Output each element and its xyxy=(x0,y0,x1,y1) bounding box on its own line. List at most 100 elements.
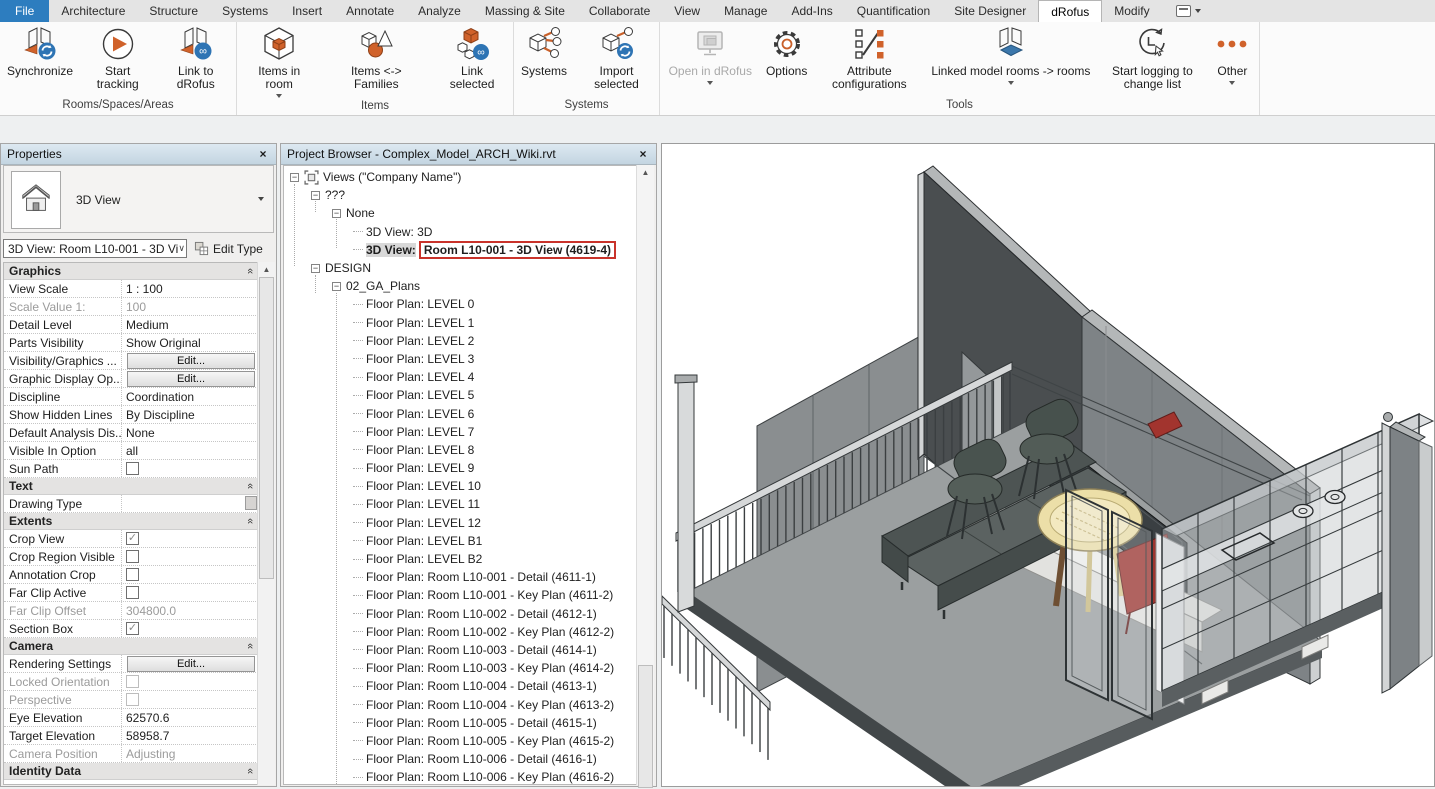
property-value[interactable]: Adjusting xyxy=(122,745,258,762)
scroll-up-icon[interactable]: ▲ xyxy=(258,262,275,276)
tree-item[interactable]: Floor Plan: Room L10-004 - Key Plan (461… xyxy=(284,695,636,713)
section-header-graphics[interactable]: Graphics« xyxy=(4,263,258,280)
property-value[interactable]: all xyxy=(122,442,258,459)
checkbox-unchecked[interactable] xyxy=(126,462,139,475)
tree-expander[interactable]: − xyxy=(311,264,320,273)
chevron-down-icon[interactable] xyxy=(258,197,264,201)
property-value[interactable] xyxy=(122,584,258,601)
3d-room-view[interactable] xyxy=(661,143,1435,787)
tree-item[interactable]: Floor Plan: Room L10-003 - Key Plan (461… xyxy=(284,659,636,677)
property-value[interactable] xyxy=(122,495,258,512)
edit-button[interactable]: Edit... xyxy=(127,371,255,387)
start-tracking-button[interactable]: Start tracking xyxy=(80,25,155,92)
tab-annotate[interactable]: Annotate xyxy=(334,0,406,22)
start-logging-to-change-list-button[interactable]: Start logging to change list xyxy=(1097,25,1207,92)
properties-scrollbar[interactable]: ▲ xyxy=(257,262,275,785)
ribbon-toggle-button[interactable] xyxy=(1176,0,1201,22)
tree-item[interactable]: Floor Plan: Room L10-001 - Detail (4611-… xyxy=(284,568,636,586)
scroll-up-icon[interactable]: ▲ xyxy=(637,165,654,179)
tab-manage[interactable]: Manage xyxy=(712,0,779,22)
property-value[interactable]: Edit... xyxy=(122,655,258,672)
tree-item[interactable]: −None xyxy=(284,204,636,222)
tree-item[interactable]: −??? xyxy=(284,186,636,204)
property-value[interactable]: Medium xyxy=(122,316,258,333)
property-value[interactable]: ✓ xyxy=(122,620,258,637)
property-value[interactable] xyxy=(122,673,258,690)
property-value[interactable]: 62570.6 xyxy=(122,709,258,726)
tree-item[interactable]: Floor Plan: LEVEL B1 xyxy=(284,532,636,550)
property-value[interactable]: ✓ xyxy=(122,530,258,547)
tree-expander[interactable]: − xyxy=(311,191,320,200)
other-button[interactable]: Other xyxy=(1207,25,1257,86)
tree-item[interactable]: Floor Plan: Room L10-004 - Detail (4613-… xyxy=(284,677,636,695)
checkbox-unchecked[interactable] xyxy=(126,586,139,599)
tab-architecture[interactable]: Architecture xyxy=(49,0,137,22)
property-value[interactable]: Coordination xyxy=(122,388,258,405)
close-icon[interactable]: × xyxy=(256,147,270,161)
tab-analyze[interactable]: Analyze xyxy=(406,0,473,22)
tab-site-designer[interactable]: Site Designer xyxy=(942,0,1038,22)
checkbox-checked[interactable]: ✓ xyxy=(126,622,139,635)
tree-item[interactable]: Floor Plan: LEVEL 5 xyxy=(284,386,636,404)
project-browser-scrollbar[interactable]: ▲ xyxy=(636,165,654,785)
edit-type-button[interactable]: Edit Type xyxy=(194,241,263,256)
property-value[interactable]: None xyxy=(122,424,258,441)
tree-item[interactable]: Floor Plan: Room L10-006 - Detail (4616-… xyxy=(284,750,636,768)
tree-item[interactable]: Floor Plan: Room L10-005 - Detail (4615-… xyxy=(284,714,636,732)
project-browser-header[interactable]: Project Browser - Complex_Model_ARCH_Wik… xyxy=(281,144,656,165)
link-to-drofus-button[interactable]: ∞Link to dRofus xyxy=(155,25,236,92)
tab-collaborate[interactable]: Collaborate xyxy=(577,0,662,22)
tree-expander[interactable]: − xyxy=(290,173,299,182)
synchronize-button[interactable]: Synchronize xyxy=(0,25,80,79)
checkbox-unchecked[interactable] xyxy=(126,693,139,706)
tab-drofus[interactable]: dRofus xyxy=(1038,0,1102,22)
property-value[interactable] xyxy=(122,691,258,708)
tab-quantification[interactable]: Quantification xyxy=(845,0,942,22)
tree-item[interactable]: Floor Plan: Room L10-005 - Key Plan (461… xyxy=(284,732,636,750)
tree-item[interactable]: Floor Plan: LEVEL 3 xyxy=(284,350,636,368)
tree-item[interactable]: Floor Plan: Room L10-002 - Detail (4612-… xyxy=(284,605,636,623)
tree-expander[interactable]: − xyxy=(332,282,341,291)
property-value[interactable] xyxy=(122,548,258,565)
tree-item[interactable]: −DESIGN xyxy=(284,259,636,277)
tree-item[interactable]: Floor Plan: Room L10-001 - Key Plan (461… xyxy=(284,586,636,604)
property-value[interactable]: 58958.7 xyxy=(122,727,258,744)
tab-view[interactable]: View xyxy=(662,0,712,22)
tree-item[interactable]: Floor Plan: LEVEL 10 xyxy=(284,477,636,495)
tree-item[interactable]: Floor Plan: LEVEL 2 xyxy=(284,332,636,350)
linked-model-rooms-rooms-button[interactable]: Linked model rooms -> rooms xyxy=(924,25,1097,86)
tree-item[interactable]: Floor Plan: Room L10-003 - Detail (4614-… xyxy=(284,641,636,659)
tree-item[interactable]: Floor Plan: LEVEL 9 xyxy=(284,459,636,477)
property-value[interactable] xyxy=(122,460,258,477)
edit-button[interactable]: Edit... xyxy=(127,656,255,672)
tab-file[interactable]: File xyxy=(0,0,49,22)
section-header-extents[interactable]: Extents« xyxy=(4,513,258,530)
tab-systems[interactable]: Systems xyxy=(210,0,280,22)
tree-item[interactable]: Floor Plan: LEVEL 0 xyxy=(284,295,636,313)
tree-item[interactable]: Floor Plan: Room L10-002 - Key Plan (461… xyxy=(284,623,636,641)
tree-item[interactable]: Floor Plan: LEVEL 6 xyxy=(284,404,636,422)
value-side-button[interactable] xyxy=(245,496,257,510)
property-value[interactable]: 1 : 100 xyxy=(122,280,258,297)
items-families-button[interactable]: Items <-> Families xyxy=(321,25,431,92)
instance-combo[interactable]: 3D View: Room L10-001 - 3D Vi ∨ xyxy=(3,239,187,258)
tree-item[interactable]: Floor Plan: LEVEL 4 xyxy=(284,368,636,386)
section-header-camera[interactable]: Camera« xyxy=(4,638,258,655)
attribute-configurations-button[interactable]: Attribute configurations xyxy=(814,25,924,92)
tree-item[interactable]: Floor Plan: LEVEL 11 xyxy=(284,495,636,513)
property-value[interactable]: Edit... xyxy=(122,370,258,387)
tree-item[interactable]: −02_GA_Plans xyxy=(284,277,636,295)
tree-item[interactable]: Floor Plan: LEVEL 1 xyxy=(284,314,636,332)
section-header-text[interactable]: Text« xyxy=(4,478,258,495)
tree-item[interactable]: 3D View: 3D xyxy=(284,223,636,241)
property-value[interactable]: 304800.0 xyxy=(122,602,258,619)
tree-item[interactable]: Floor Plan: LEVEL 12 xyxy=(284,514,636,532)
checkbox-unchecked[interactable] xyxy=(126,550,139,563)
property-value[interactable]: 100 xyxy=(122,298,258,315)
checkbox-unchecked[interactable] xyxy=(126,675,139,688)
property-value[interactable] xyxy=(122,566,258,583)
tree-item[interactable]: Floor Plan: LEVEL B2 xyxy=(284,550,636,568)
properties-panel-header[interactable]: Properties × xyxy=(1,144,276,165)
checkbox-checked[interactable]: ✓ xyxy=(126,532,139,545)
edit-button[interactable]: Edit... xyxy=(127,353,255,369)
